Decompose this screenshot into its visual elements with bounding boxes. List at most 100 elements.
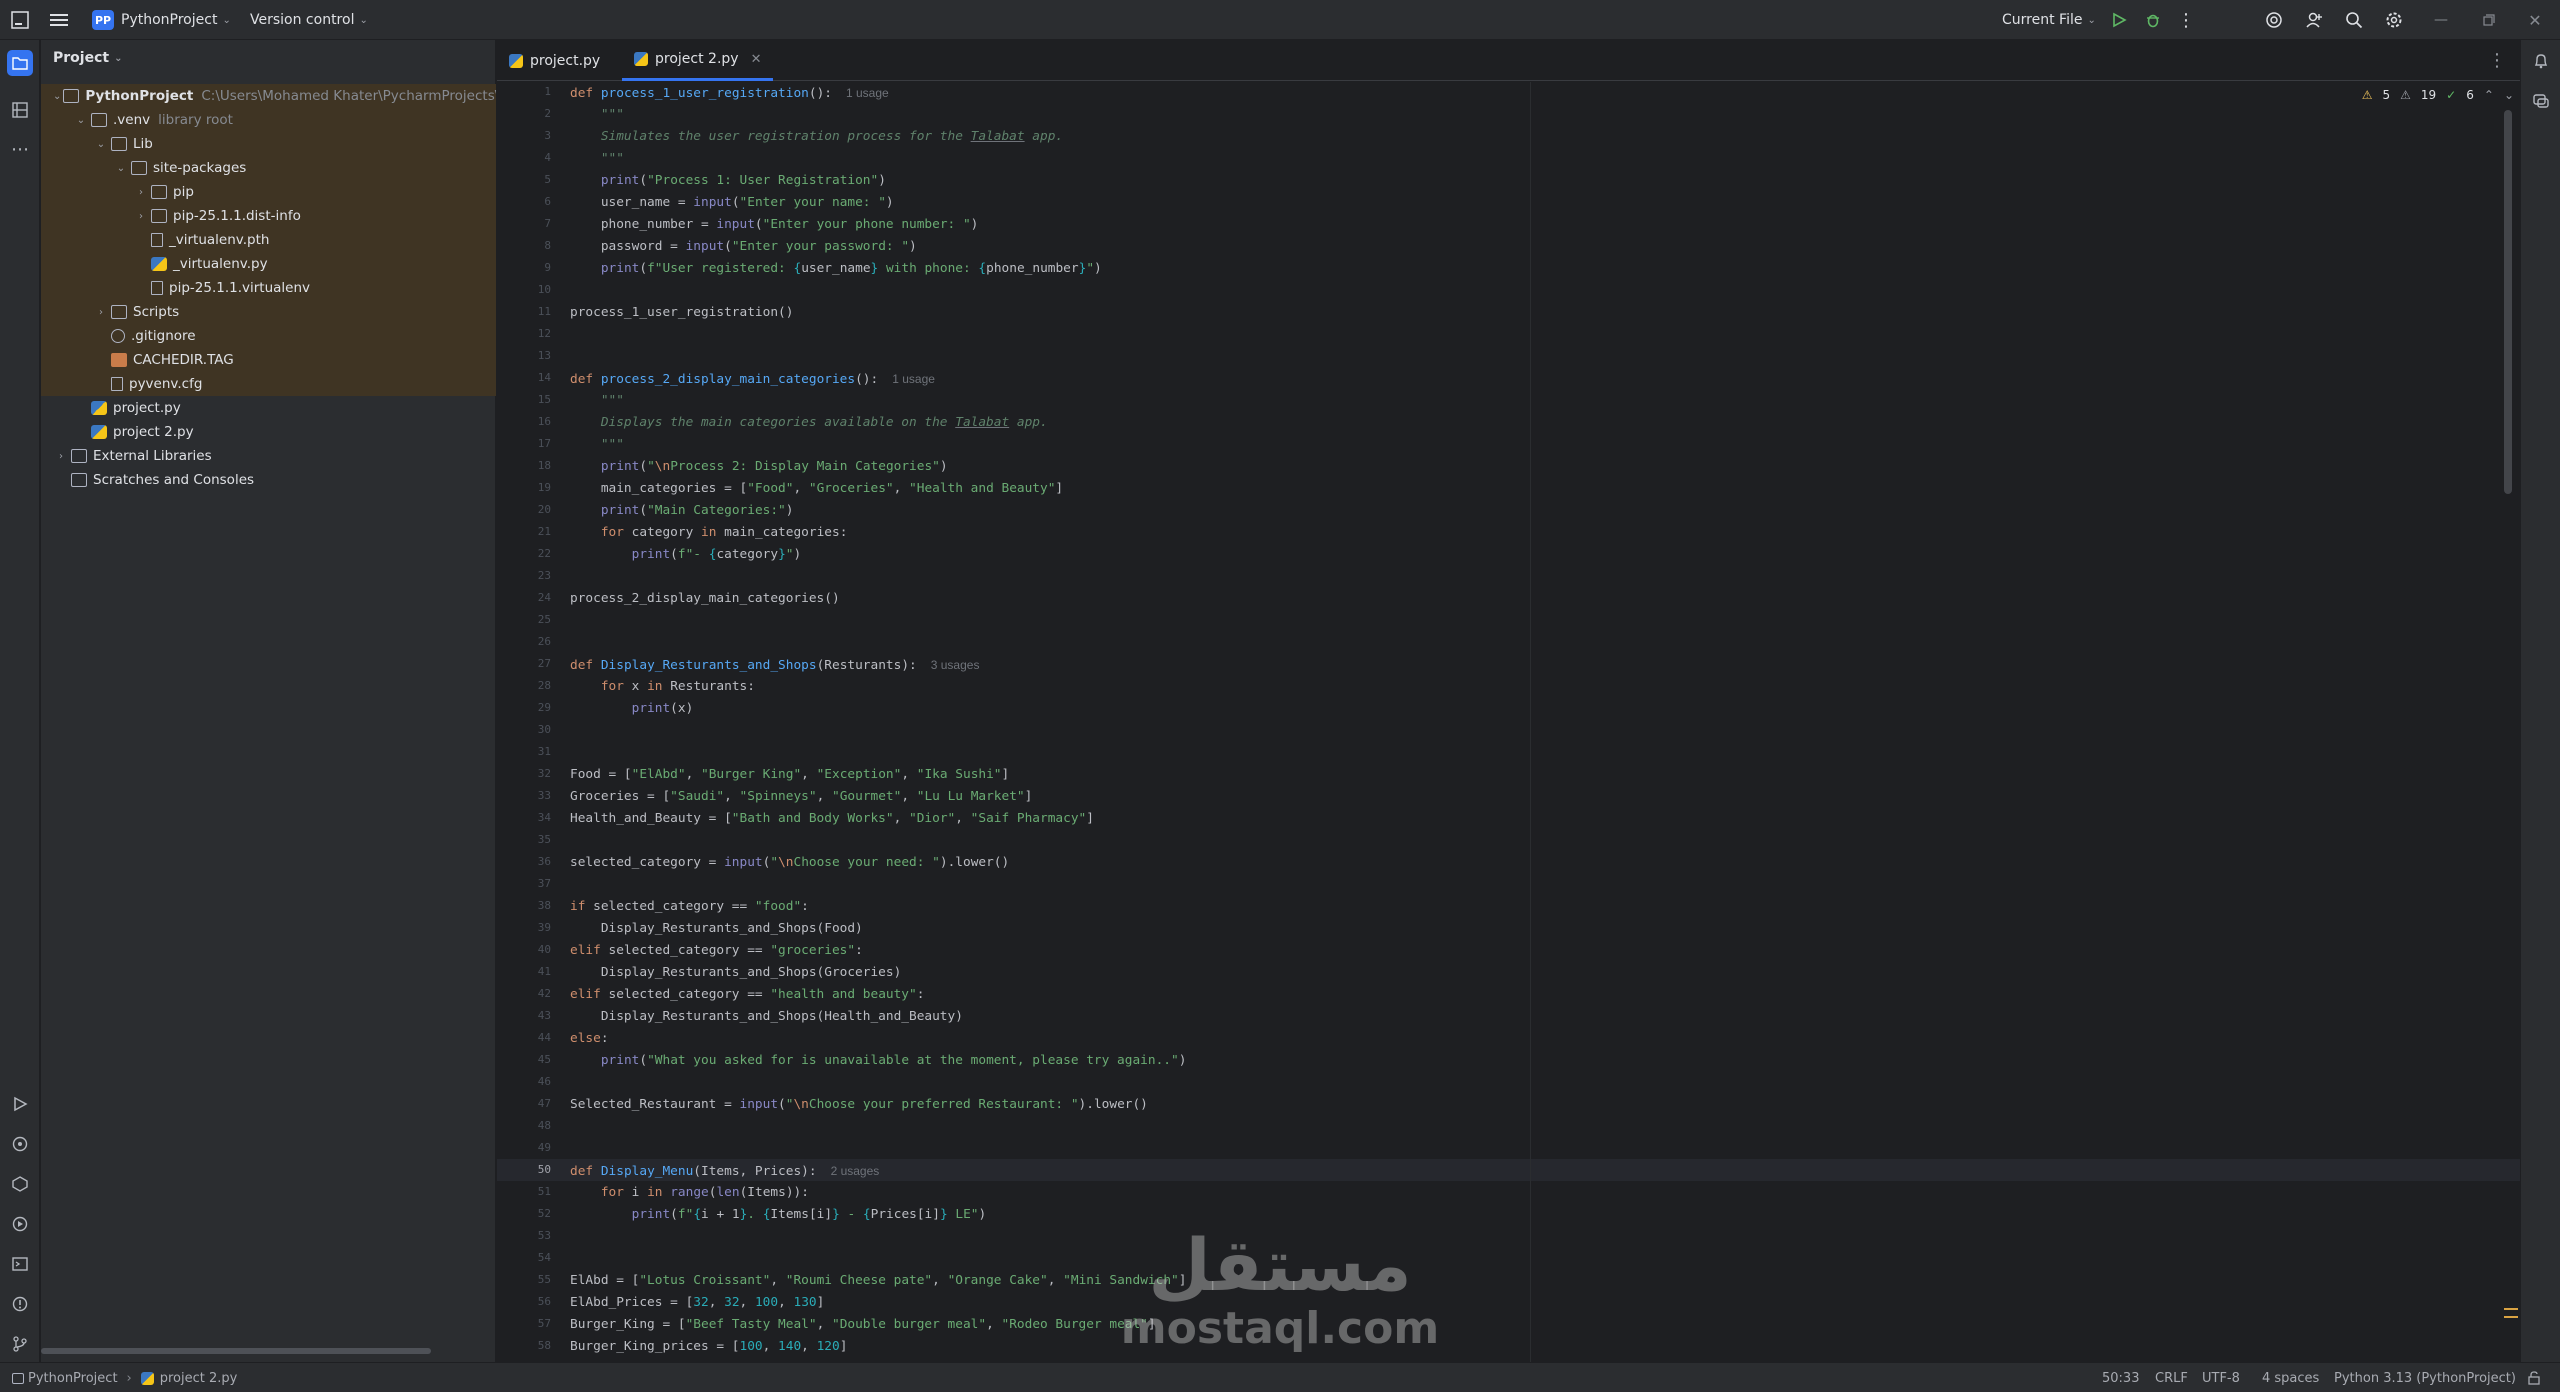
breadcrumb-file[interactable]: project 2.py [160,1371,238,1386]
run-icon[interactable] [2108,9,2130,31]
ai-assistant-icon[interactable] [2263,9,2285,31]
code-line[interactable]: Health_and_Beauty = ["Bath and Body Work… [570,808,1094,830]
indent-setting[interactable]: 4 spaces [2262,1363,2319,1392]
version-control-menu[interactable]: Version control ⌄ [250,0,368,40]
chevron-down-icon[interactable]: ⌄ [93,139,109,150]
code-line[interactable]: process_1_user_registration() [570,302,793,324]
terminal-icon[interactable] [9,1253,31,1275]
code-editor[interactable]: 1 2 3 4 5 6 7 8 9 10 11 12 13 14 15 16 17 18 19 20 21 22 23 24 2… [497,82,2520,1362]
usage-hint[interactable]: 3 usages [931,658,980,672]
chevron-right-icon[interactable]: › [93,307,109,318]
chevron-right-icon[interactable]: › [53,451,69,462]
code-line[interactable]: Selected_Restaurant = input("\nChoose yo… [570,1094,1148,1116]
settings-gear-icon[interactable] [2383,9,2405,31]
tree-item-lib[interactable]: ⌄ Lib [41,132,496,156]
code-line[interactable]: Burger_King_prices = [100, 140, 120] [570,1336,847,1358]
tree-item-pip[interactable]: › pip [41,180,496,204]
code-line[interactable]: """ [570,148,624,170]
tab-project-2-py[interactable]: project 2.py ✕ [622,40,774,81]
code-line[interactable]: print(f"{i + 1}. {Items[i]} - {Prices[i]… [570,1204,987,1226]
code-line[interactable]: for category in main_categories: [570,522,848,544]
python-console-icon[interactable] [9,1213,31,1235]
code-line[interactable]: print(f"User registered: {user_name} wit… [570,258,1102,280]
code-line[interactable]: password = input("Enter your password: "… [570,236,917,258]
code-line[interactable]: print("Process 1: User Registration") [570,170,886,192]
code-line[interactable]: else: [570,1028,609,1050]
code-line[interactable]: def process_1_user_registration(): 1 usag… [570,82,889,104]
minimize-icon[interactable]: — [2430,9,2452,31]
tree-item-pip-dist-info[interactable]: › pip-25.1.1.dist-info [41,204,496,228]
tree-item-site-packages[interactable]: ⌄ site-packages [41,156,496,180]
tree-item-scripts[interactable]: › Scripts [41,300,496,324]
inspection-widget[interactable]: ⚠ 5 ⚠ 19 ✓ 6 ⌃ ⌄ [2362,88,2514,102]
code-line[interactable]: Simulates the user registration process … [570,126,1063,148]
ai-chat-icon[interactable] [2530,90,2552,112]
chevron-down-icon[interactable]: ⌄ [2504,88,2514,102]
debug-icon[interactable] [2142,9,2164,31]
code-line[interactable]: print("Main Categories:") [570,500,794,522]
tab-actions-icon[interactable]: ⋮ [2488,50,2506,71]
code-line[interactable]: def Display_Resturants_and_Shops(Restura… [570,654,979,676]
services-icon[interactable] [9,1173,31,1195]
code-line[interactable]: Display_Resturants_and_Shops(Food) [570,918,863,940]
lock-icon[interactable] [2528,1363,2540,1392]
code-line[interactable]: elif selected_category == "health and be… [570,984,924,1006]
code-line[interactable]: """ [570,434,624,456]
run-config-selector[interactable]: Current File ⌄ [2002,0,2096,40]
chevron-up-icon[interactable]: ⌃ [2484,88,2494,102]
tree-item-pythonproject[interactable]: ⌄ PythonProject C:\Users\Mohamed Khater\… [41,84,496,108]
add-user-icon[interactable] [2303,9,2325,31]
code-line[interactable]: Displays the main categories available o… [570,412,1048,434]
close-window-icon[interactable]: ✕ [2524,9,2546,31]
line-separator[interactable]: CRLF [2155,1363,2188,1392]
code-line[interactable]: Groceries = ["Saudi", "Spinneys", "Gourm… [570,786,1032,808]
usage-hint[interactable]: 2 usages [831,1164,880,1178]
tab-project-py[interactable]: project.py [497,40,612,81]
notifications-bell-icon[interactable] [2530,50,2552,72]
git-branch-icon[interactable] [9,1333,31,1355]
warning-stripe-marker[interactable] [2504,1308,2518,1318]
more-tools-icon[interactable]: ⋯ [9,138,31,160]
code-line[interactable]: selected_category = input("\nChoose your… [570,852,1009,874]
restore-icon[interactable] [2478,9,2500,31]
python-interpreter[interactable]: Python 3.13 (PythonProject) [2334,1363,2516,1392]
tree-item-external-libraries[interactable]: › External Libraries [41,444,496,468]
code-line[interactable]: phone_number = input("Enter your phone n… [570,214,979,236]
tree-item-venv[interactable]: ⌄ .venv library root [41,108,496,132]
code-line[interactable]: Food = ["ElAbd", "Burger King", "Excepti… [570,764,1009,786]
file-encoding[interactable]: UTF-8 [2202,1363,2240,1392]
vertical-scrollbar[interactable] [2504,110,2512,494]
chevron-down-icon[interactable]: ⌄ [113,163,129,174]
code-line[interactable]: process_2_display_main_categories() [570,588,840,610]
chevron-right-icon[interactable]: › [133,211,149,222]
code-line[interactable]: user_name = input("Enter your name: ") [570,192,894,214]
tree-item-project-py[interactable]: project.py [41,396,496,420]
project-view-selector[interactable]: Project ⌄ [53,50,122,66]
code-line[interactable]: ElAbd = ["Lotus Croissant", "Roumi Chees… [570,1270,1186,1292]
code-line[interactable]: """ [570,104,624,126]
chevron-down-icon[interactable]: ⌄ [53,91,61,102]
code-line[interactable]: if selected_category == "food": [570,896,809,918]
search-icon[interactable] [2343,9,2365,31]
code-line[interactable]: """ [570,390,624,412]
code-line[interactable]: Display_Resturants_and_Shops(Groceries) [570,962,901,984]
code-line[interactable]: print("What you asked for is unavailable… [570,1050,1187,1072]
code-line[interactable]: def process_2_display_main_categories():… [570,368,935,390]
code-line[interactable]: print(f"- {category}") [570,544,802,566]
breadcrumb-project[interactable]: PythonProject [28,1371,118,1386]
tree-item-gitignore[interactable]: .gitignore [41,324,496,348]
horizontal-scrollbar[interactable] [41,1348,431,1354]
code-line[interactable]: Display_Resturants_and_Shops(Health_and_… [570,1006,963,1028]
structure-icon[interactable] [9,99,31,121]
tree-item-pyvenv-cfg[interactable]: pyvenv.cfg [41,372,496,396]
tree-item-virtualenv-pth[interactable]: _virtualenv.pth [41,228,496,252]
tree-item-project-2-py[interactable]: project 2.py [41,420,496,444]
close-tab-icon[interactable]: ✕ [751,52,762,67]
code-line[interactable]: for i in range(len(Items)): [570,1182,809,1204]
code-line[interactable]: main_categories = ["Food", "Groceries", … [570,478,1063,500]
tree-item-scratches[interactable]: Scratches and Consoles [41,468,496,492]
code-line[interactable]: elif selected_category == "groceries": [570,940,863,962]
code-line[interactable]: print("\nProcess 2: Display Main Categor… [570,456,948,478]
python-packages-icon[interactable] [9,1133,31,1155]
project-switcher[interactable]: PP PythonProject ⌄ [92,0,231,40]
